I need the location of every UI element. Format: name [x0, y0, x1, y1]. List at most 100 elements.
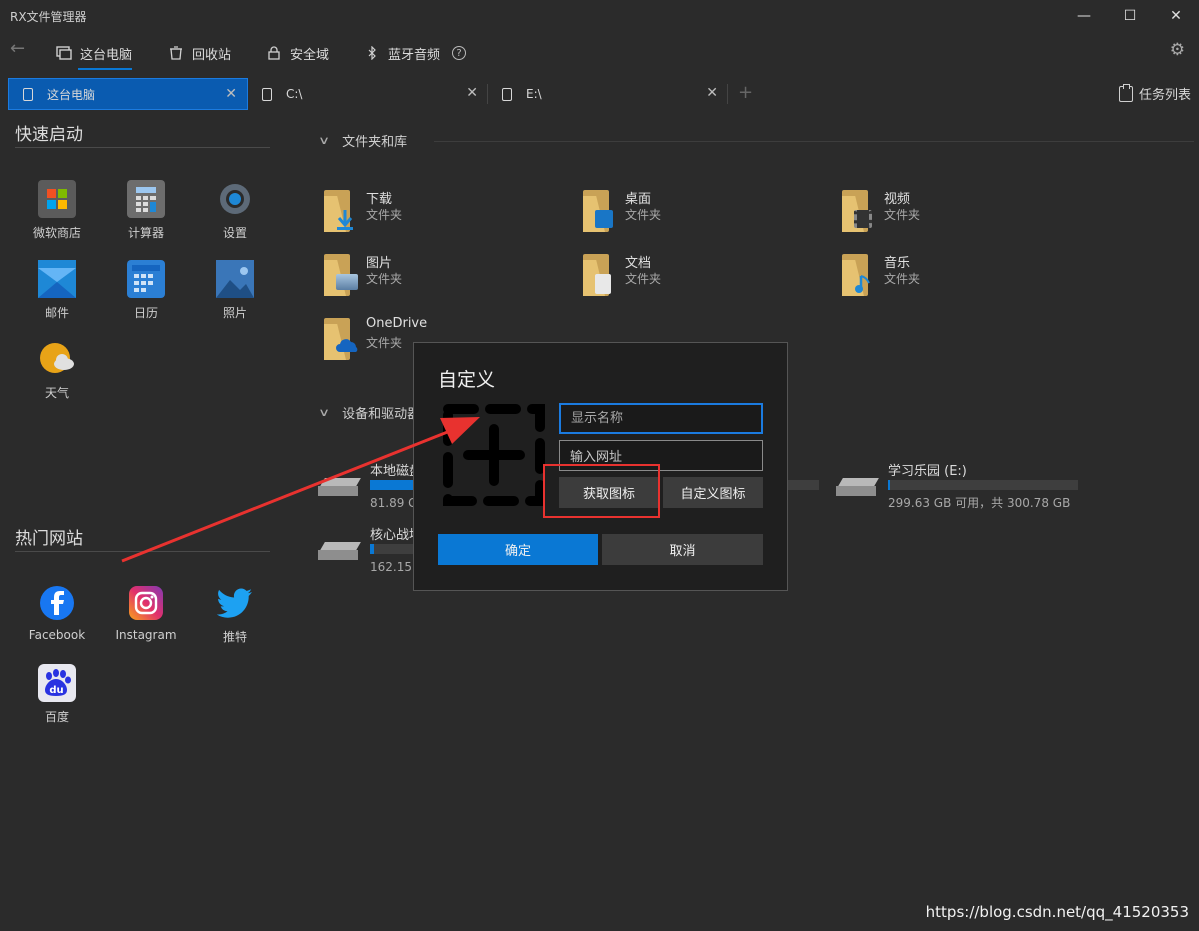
drive-e[interactable]: 学习乐园 (E:) 299.63 GB 可用，共 300.78 GB [836, 460, 1096, 510]
nav-recycle-bin-label: 回收站 [192, 47, 232, 63]
app-title: RX文件管理器 [10, 10, 87, 24]
dialog-title: 自定义 [438, 369, 496, 391]
tab-c-drive[interactable]: C:\ ✕ [248, 78, 488, 110]
folder-pictures[interactable]: 图片 文件夹 [320, 250, 560, 304]
chevron-down-icon: ∨ [317, 134, 331, 147]
chevron-down-icon: ∨ [317, 406, 331, 419]
divider [434, 141, 1194, 142]
site-facebook[interactable]: Facebook [22, 584, 92, 642]
nav-this-pc-label: 这台电脑 [80, 47, 133, 63]
quick-start-title: 快速启动 [15, 125, 83, 145]
app-label: 设置 [222, 226, 247, 240]
computer-icon [56, 46, 72, 60]
site-twitter[interactable]: 推特 [200, 584, 270, 645]
folder-icon [324, 190, 353, 232]
cancel-button[interactable]: 取消 [602, 534, 763, 565]
back-arrow-icon[interactable]: ← [10, 38, 25, 59]
instagram-icon [127, 584, 165, 622]
app-calendar[interactable]: 日历 [111, 260, 181, 321]
document-icon [595, 274, 611, 294]
watermark: https://blog.csdn.net/qq_41520353 [925, 903, 1189, 921]
site-label: Facebook [28, 628, 86, 642]
add-tab-icon[interactable]: + [738, 82, 753, 103]
folder-name: 音乐 [884, 256, 911, 271]
video-icon [854, 210, 872, 228]
document-icon [262, 87, 272, 101]
folder-name: 桌面 [625, 192, 652, 207]
recycle-bin-icon [168, 46, 184, 60]
ok-button[interactable]: 确定 [438, 534, 598, 565]
close-icon: ✕ [1170, 8, 1182, 24]
download-icon [336, 210, 354, 230]
app-weather[interactable]: 天气 [22, 340, 92, 401]
divider [15, 551, 270, 552]
folder-videos[interactable]: 视频 文件夹 [838, 186, 1078, 240]
app-label: 计算器 [127, 226, 164, 240]
folder-music[interactable]: 音乐 文件夹 [838, 250, 1078, 304]
hard-drive-icon [318, 542, 362, 562]
baidu-icon: du [38, 664, 76, 702]
folders-group-title: 文件夹和库 [342, 135, 408, 150]
nav-bluetooth-audio-label: 蓝牙音频 [388, 47, 441, 63]
app-label: 天气 [44, 386, 69, 400]
app-label: 微软商店 [32, 226, 81, 240]
display-name-input[interactable] [559, 403, 763, 434]
music-icon [854, 274, 872, 293]
close-tab-icon[interactable]: ✕ [225, 86, 237, 102]
baidu-glyph: du [49, 685, 63, 696]
drive-info: 299.63 GB 可用，共 300.78 GB [888, 496, 1071, 510]
folder-icon [842, 190, 872, 232]
close-tab-icon[interactable]: ✕ [466, 85, 478, 101]
tab-e-drive[interactable]: E:\ ✕ [488, 78, 728, 110]
nav-secure-area[interactable]: 安全域 [266, 42, 329, 64]
folder-documents[interactable]: 文档 文件夹 [579, 250, 819, 304]
task-list-button[interactable]: 任务列表 [1118, 83, 1191, 103]
nav-bluetooth-audio[interactable]: 蓝牙音频 ? [364, 42, 467, 64]
folder-type: 文件夹 [884, 272, 921, 286]
custom-icon-button[interactable]: 自定义图标 [663, 477, 763, 508]
folder-type: 文件夹 [366, 272, 403, 286]
folder-type: 文件夹 [625, 272, 662, 286]
desktop-icon [595, 210, 613, 228]
fetch-icon-button[interactable]: 获取图标 [559, 477, 659, 508]
nav-this-pc[interactable]: 这台电脑 [56, 42, 133, 70]
app-microsoft-store[interactable]: 微软商店 [22, 180, 92, 241]
maximize-icon: ☐ [1123, 8, 1137, 24]
mail-icon [38, 260, 76, 298]
drive-usage-fill [370, 544, 374, 554]
lock-icon [266, 46, 282, 60]
nav-bar: ← 这台电脑 回收站 安全域 蓝牙音频 ? ⚙ [0, 34, 1199, 70]
close-tab-icon[interactable]: ✕ [706, 85, 718, 101]
minimize-button[interactable]: — [1061, 0, 1107, 32]
app-calculator[interactable]: 计算器 [111, 180, 181, 241]
folder-icon [324, 318, 358, 360]
onedrive-icon [336, 338, 358, 356]
drive-name: 学习乐园 (E:) [888, 464, 967, 479]
tab-this-pc[interactable]: 这台电脑 ✕ [8, 78, 248, 110]
maximize-button[interactable]: ☐ [1107, 0, 1153, 32]
hot-sites-title: 热门网站 [15, 529, 83, 549]
app-mail[interactable]: 邮件 [22, 260, 92, 321]
drives-group-header[interactable]: ∨ 设备和驱动器 [317, 403, 421, 422]
close-window-button[interactable]: ✕ [1153, 0, 1199, 32]
url-input[interactable] [559, 440, 763, 471]
app-photos[interactable]: 照片 [200, 260, 270, 321]
help-icon[interactable]: ? [452, 46, 467, 60]
store-icon [38, 180, 76, 218]
nav-recycle-bin[interactable]: 回收站 [168, 42, 231, 64]
folder-downloads[interactable]: 下载 文件夹 [320, 186, 560, 240]
calendar-icon [127, 260, 165, 298]
add-icon-placeholder[interactable] [440, 401, 548, 509]
drives-group-title: 设备和驱动器 [342, 407, 421, 422]
twitter-icon [216, 584, 254, 622]
site-instagram[interactable]: Instagram [111, 584, 181, 642]
folder-desktop[interactable]: 桌面 文件夹 [579, 186, 819, 240]
folders-group-header[interactable]: ∨ 文件夹和库 [317, 131, 408, 150]
drive-usage-bar [888, 480, 1078, 490]
folder-type: 文件夹 [366, 208, 403, 222]
site-baidu[interactable]: du 百度 [22, 664, 92, 725]
tab-c-drive-label: C:\ [286, 87, 303, 101]
clipboard-icon [1118, 83, 1133, 102]
gear-icon[interactable]: ⚙ [1170, 40, 1185, 60]
app-settings[interactable]: 设置 [200, 180, 270, 241]
